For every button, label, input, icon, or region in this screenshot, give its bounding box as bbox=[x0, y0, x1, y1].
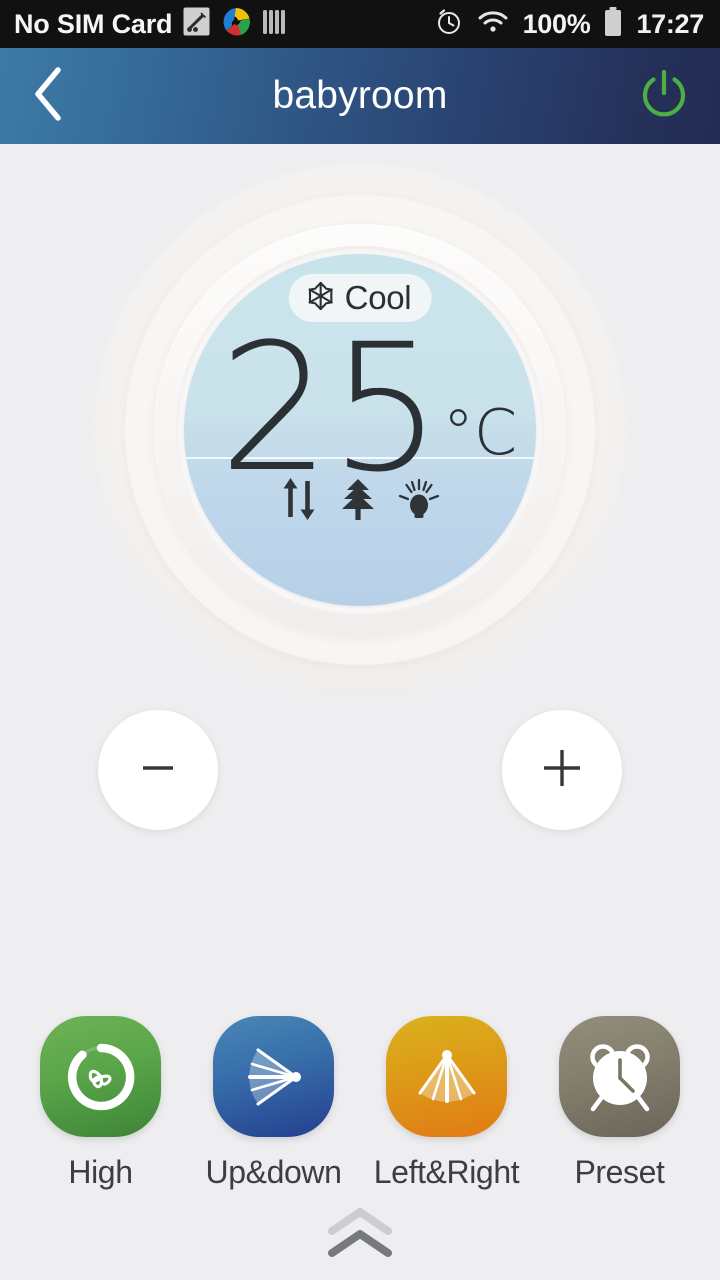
power-icon bbox=[636, 66, 692, 127]
temperature-decrease-button[interactable] bbox=[98, 710, 218, 830]
double-chevron-up-icon bbox=[320, 1207, 400, 1264]
vertical-swing-label: Up&down bbox=[205, 1154, 342, 1190]
dial-bezel: Cool 25 °C bbox=[94, 164, 626, 696]
status-bar-left: No SIM Card bbox=[14, 7, 286, 42]
screenshot-capture-icon bbox=[183, 7, 210, 41]
plus-icon bbox=[538, 744, 586, 797]
vertical-swing-icon bbox=[247, 1048, 301, 1105]
page-title: babyroom bbox=[272, 74, 448, 117]
alarm-clock-icon bbox=[435, 8, 463, 41]
temperature-unit: °C bbox=[442, 396, 518, 469]
signal-bars-icon bbox=[262, 8, 286, 41]
battery-percent-text: 100% bbox=[522, 8, 591, 39]
temperature-value: 25 bbox=[218, 306, 442, 511]
status-bar-right: 100% 17:27 bbox=[435, 6, 704, 42]
title-bar: babyroom bbox=[0, 48, 720, 144]
app-logo-icon bbox=[221, 7, 251, 42]
expand-panel-handle[interactable] bbox=[300, 1206, 420, 1264]
fan-speed-label: High bbox=[68, 1154, 133, 1190]
dial-status-icons bbox=[184, 466, 536, 536]
wifi-icon bbox=[477, 10, 509, 39]
app-screen: No SIM Card 100% 17:27 babyroom Cool 25 … bbox=[0, 0, 720, 1280]
vertical-swing-button[interactable]: Up&down bbox=[194, 1016, 354, 1191]
up-down-arrows-icon bbox=[280, 476, 322, 527]
fan-speed-icon-tile bbox=[40, 1016, 161, 1137]
fan-speed-button[interactable]: High bbox=[21, 1016, 181, 1191]
fan-speed-icon bbox=[67, 1043, 134, 1110]
horizontal-swing-icon-tile bbox=[386, 1016, 507, 1137]
horizontal-swing-label: Left&Right bbox=[373, 1154, 520, 1190]
carrier-status-text: No SIM Card bbox=[14, 8, 173, 39]
preset-button[interactable]: Preset bbox=[540, 1016, 700, 1191]
light-bulb-icon bbox=[394, 476, 440, 527]
vertical-swing-icon-tile bbox=[213, 1016, 334, 1137]
horizontal-swing-icon bbox=[418, 1049, 475, 1103]
power-button[interactable] bbox=[616, 48, 712, 144]
clock-text: 17:27 bbox=[636, 8, 704, 39]
preset-label: Preset bbox=[574, 1154, 665, 1190]
battery-icon bbox=[604, 6, 622, 42]
alarm-clock-icon bbox=[589, 1043, 650, 1111]
status-bar: No SIM Card 100% 17:27 bbox=[0, 0, 720, 48]
preset-icon-tile bbox=[559, 1016, 680, 1137]
minus-icon bbox=[136, 746, 180, 795]
temperature-dial[interactable]: Cool 25 °C bbox=[184, 254, 536, 606]
temperature-readout: 25 °C bbox=[184, 321, 536, 497]
temperature-increase-button[interactable] bbox=[502, 710, 622, 830]
tree-icon bbox=[336, 476, 380, 527]
horizontal-swing-button[interactable]: Left&Right bbox=[367, 1016, 527, 1191]
thermostat-dial-area: Cool 25 °C bbox=[0, 144, 720, 704]
function-button-row: High Up&down Left&Right Preset bbox=[0, 1016, 720, 1191]
